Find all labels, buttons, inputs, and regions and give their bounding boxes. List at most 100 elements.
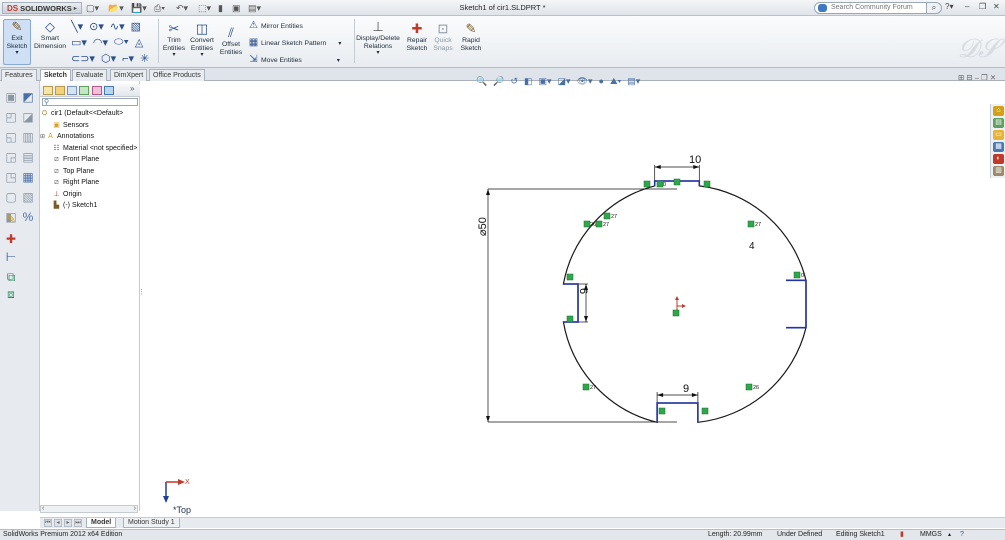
relation-marker[interactable]: [673, 178, 681, 186]
relation-marker[interactable]: [658, 407, 666, 415]
viewport-restore-icon[interactable]: ❐: [981, 73, 988, 82]
spline-icon[interactable]: ∿▾: [110, 20, 125, 33]
minimize-icon[interactable]: ‒: [965, 2, 969, 11]
edit-sketch-icon[interactable]: ✎: [3, 211, 19, 227]
viewport-close-icon[interactable]: ✕: [990, 73, 996, 82]
move-entities-button[interactable]: ⇲ Move Entities ▾: [248, 55, 340, 65]
sketch-text-icon[interactable]: ▦: [20, 169, 36, 185]
relation-marker[interactable]: [747, 220, 755, 228]
tab-dimxpert[interactable]: DimXpert: [110, 69, 148, 81]
ellipse-icon[interactable]: ⬭▾: [114, 36, 129, 49]
boundary-icon[interactable]: ◳: [3, 169, 19, 185]
diameter-dimension-text[interactable]: ⌀50: [477, 217, 489, 236]
sketch-3d-icon[interactable]: ◪: [20, 109, 36, 125]
tree-item-sensors[interactable]: ▣ Sensors: [40, 120, 140, 132]
expand-chevron-icon[interactable]: »: [130, 84, 134, 93]
scroll-left-icon[interactable]: ‹: [42, 505, 44, 512]
display-delete-relations-button[interactable]: ⊥ Display/Delete Relations ▾: [355, 20, 401, 58]
text-icon[interactable]: ▧: [131, 20, 141, 33]
tab-office-products[interactable]: Office Products: [149, 69, 205, 81]
sketch-tool-icon[interactable]: ◩: [20, 89, 36, 105]
tree-item-origin[interactable]: ⊥ Origin: [40, 189, 140, 201]
custom-properties-icon[interactable]: ▥: [993, 166, 1004, 176]
point-icon[interactable]: ✳: [140, 52, 149, 65]
cut-icon[interactable]: ▢: [3, 189, 19, 205]
sketch-canvas[interactable]: ⌀50 10 9 6 4 0 27 26 27 27 0 27 26 X: [141, 83, 989, 517]
mirror-entities-button[interactable]: ⚠ Mirror Entities: [248, 21, 303, 31]
fillet-icon[interactable]: ◬: [135, 36, 143, 49]
tab-motion-study[interactable]: Motion Study 1: [123, 518, 180, 528]
help-icon[interactable]: ?▾: [945, 2, 953, 11]
quick-snaps-button[interactable]: ⊡ Quick Snaps: [431, 22, 455, 52]
offset-entities-button[interactable]: ⫽ Offset Entities: [218, 26, 244, 56]
tree-item-annotations[interactable]: ⊞ A Annotations: [40, 131, 140, 143]
bottom-width-dimension-text[interactable]: 9: [683, 383, 689, 395]
line-icon[interactable]: ╲▾: [71, 20, 83, 33]
sketch-sheet-icon[interactable]: ▧: [20, 189, 36, 205]
sweep-icon[interactable]: ◱: [3, 129, 19, 145]
close-icon[interactable]: ✕: [993, 2, 1000, 11]
linear-sketch-pattern-button[interactable]: ▦ Linear Sketch Pattern ▾: [248, 38, 342, 48]
prev-tab-icon[interactable]: ◂: [54, 519, 62, 527]
tab-model[interactable]: Model: [86, 518, 117, 528]
relation-marker[interactable]: [701, 407, 709, 415]
sketch-origin-icon[interactable]: [675, 296, 686, 310]
units-dropdown-icon[interactable]: ▴: [948, 530, 951, 540]
appearances-icon[interactable]: ◐: [993, 154, 1004, 164]
feature-filter-input[interactable]: ⚲: [42, 98, 138, 106]
rapid-sketch-button[interactable]: ✎ Rapid Sketch: [457, 22, 485, 52]
dimxpert-manager-tab-icon[interactable]: [79, 86, 89, 95]
tree-item-top-plane[interactable]: ⧄ Top Plane: [40, 166, 140, 178]
revolve-icon[interactable]: ◰: [3, 109, 19, 125]
mirror-tool-icon[interactable]: ⧉: [3, 269, 19, 285]
display-manager-tab-icon[interactable]: [92, 86, 102, 95]
relation-icon[interactable]: ⊢: [3, 249, 19, 265]
configuration-manager-tab-icon[interactable]: [67, 86, 77, 95]
file-explorer-icon[interactable]: ▭: [993, 130, 1004, 140]
restore-icon[interactable]: ❐: [979, 2, 986, 11]
help-status-icon[interactable]: ?: [960, 530, 964, 540]
search-button[interactable]: ⌕: [926, 2, 942, 14]
loft-icon[interactable]: ◲: [3, 149, 19, 165]
viewport-split-icon[interactable]: ⊞: [958, 73, 964, 82]
slot-icon[interactable]: ⊂⊃▾: [71, 52, 95, 65]
tree-item-material[interactable]: ☷ Material <not specified>: [40, 143, 140, 155]
solidworks-resources-icon[interactable]: ⌂: [993, 106, 1004, 116]
relation-marker[interactable]: [745, 383, 753, 391]
corner-icon[interactable]: ⌐▾: [122, 52, 134, 65]
repair-sketch-button[interactable]: ✚ Repair Sketch: [404, 22, 430, 52]
sketch-picture-icon[interactable]: ▥: [20, 129, 36, 145]
tree-item-sketch1[interactable]: ▙ (-) Sketch1: [40, 200, 140, 212]
relation-marker[interactable]: [603, 212, 611, 220]
convert-entities-button[interactable]: ◫ Convert Entities ▾: [187, 22, 217, 60]
tree-item-part[interactable]: ⛭ cir1 (Default<<Default>: [40, 108, 140, 120]
design-library-icon[interactable]: ▤: [993, 118, 1004, 128]
relation-marker[interactable]: [672, 309, 680, 317]
last-tab-icon[interactable]: ⏭: [74, 519, 82, 527]
view-palette-icon[interactable]: ▦: [993, 142, 1004, 152]
tab-sketch[interactable]: Sketch: [40, 69, 71, 81]
relation-marker[interactable]: [793, 271, 801, 279]
search-community-forum-input[interactable]: Search Community Forum: [814, 2, 938, 14]
relation-marker[interactable]: [566, 315, 574, 323]
smart-dimension-button[interactable]: ◇ Smart Dimension: [33, 20, 67, 50]
extrude-icon[interactable]: ▣: [3, 89, 19, 105]
relation-marker[interactable]: [643, 180, 651, 188]
polygon-icon[interactable]: ⬡▾: [101, 52, 116, 65]
exit-sketch-button[interactable]: ✎ Exit Sketch ▾: [3, 19, 31, 65]
relation-marker[interactable]: [595, 220, 603, 228]
units-selector[interactable]: MMGS: [920, 530, 942, 540]
relation-marker[interactable]: [582, 383, 590, 391]
trim-entities-button[interactable]: ✂ Trim Entities ▾: [161, 22, 187, 60]
viewport-layout-icon[interactable]: ⊟: [966, 73, 972, 82]
sketch-curve-icon[interactable]: %: [20, 209, 36, 225]
tree-item-front-plane[interactable]: ⧄ Front Plane: [40, 154, 140, 166]
top-width-dimension-text[interactable]: 10: [689, 154, 701, 166]
rectangle-icon[interactable]: ▭▾: [71, 36, 87, 49]
pattern-tool-icon[interactable]: ⧈: [3, 286, 19, 302]
scroll-right-icon[interactable]: ›: [134, 505, 136, 512]
first-tab-icon[interactable]: ⏮: [44, 519, 52, 527]
tab-evaluate[interactable]: Evaluate: [72, 69, 108, 81]
viewport-minimize-icon[interactable]: ‒: [975, 73, 979, 82]
tree-item-right-plane[interactable]: ⧄ Right Plane: [40, 177, 140, 189]
